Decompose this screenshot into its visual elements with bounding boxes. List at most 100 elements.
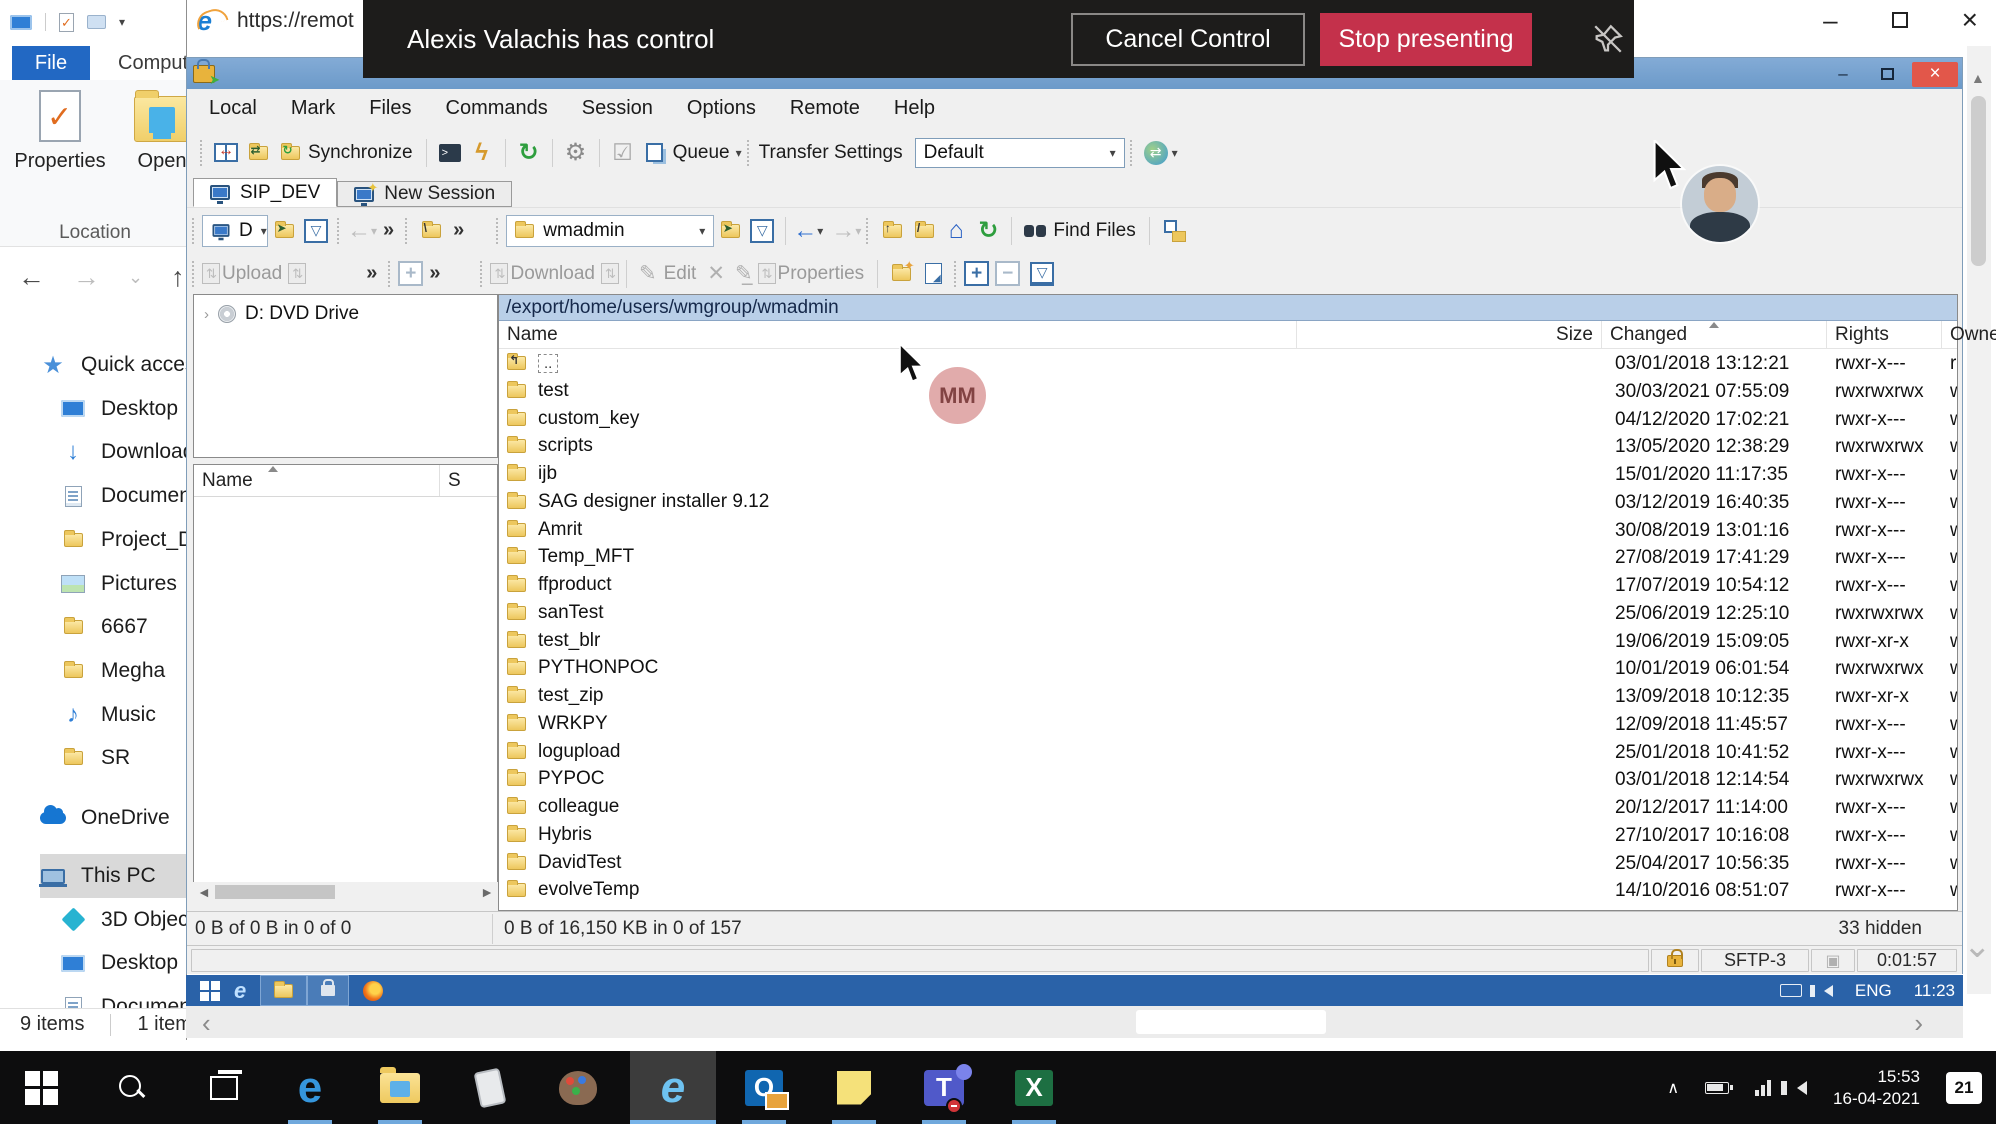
sidebar-item-onedrive[interactable]: OneDrive [40, 796, 170, 840]
filter-icon[interactable]: ▽ [300, 216, 332, 246]
filmstrip-scroll-left-icon[interactable]: ‹ [202, 1008, 211, 1039]
forward-icon[interactable]: → [73, 262, 100, 293]
taskbar-device-icon[interactable] [458, 1051, 522, 1124]
local-drive-dropdown[interactable]: D ▾ [202, 215, 268, 247]
overflow-chevron-icon[interactable]: » [453, 219, 464, 242]
speaker-icon[interactable] [1824, 985, 1833, 997]
upload-icon[interactable] [202, 263, 220, 284]
upload-label[interactable]: Upload [222, 263, 282, 285]
taskbar-teams-icon[interactable]: T [912, 1051, 976, 1124]
local-horizontal-scrollbar[interactable]: ◄ ► [193, 882, 498, 902]
browser-scrollbar[interactable]: ▲ ⌄ [1967, 46, 1991, 994]
toolbar-grip[interactable] [388, 261, 393, 287]
new-folder-icon[interactable] [87, 15, 106, 29]
file-row[interactable]: SAG designer installer 9.1203/12/2019 16… [499, 488, 1957, 516]
taskbar-file-explorer-icon[interactable] [368, 1051, 432, 1124]
filmstrip-scroll-right-icon[interactable]: › [1914, 1008, 1923, 1039]
scrollbar-thumb[interactable] [1971, 96, 1986, 266]
find-files-icon[interactable] [1019, 216, 1051, 246]
expander-icon[interactable]: › [204, 306, 209, 323]
file-row[interactable]: WRKPY12/09/2018 11:45:57rwxr-x---wmad... [499, 710, 1957, 738]
sidebar-item-6667[interactable]: 6667 [60, 605, 148, 649]
up-icon[interactable]: ↑ [171, 262, 185, 293]
toolbar-grip[interactable] [480, 261, 485, 287]
remote-directory-dropdown[interactable]: wmadmin ▾ [506, 215, 714, 247]
refresh-icon[interactable]: ↻ [513, 138, 545, 168]
home-directory-icon[interactable]: ⌂ [940, 216, 972, 246]
url-text[interactable]: https://remot [237, 9, 354, 33]
select-icon[interactable]: + [964, 261, 989, 286]
file-row[interactable]: ↰..03/01/2018 13:12:21rwxr-x---root [499, 349, 1957, 377]
transfer-settings-dropdown[interactable]: Default ▾ [915, 138, 1125, 168]
presenter-avatar[interactable] [1682, 166, 1758, 242]
minimize-icon[interactable]: – [1823, 5, 1837, 36]
start-button[interactable] [14, 1051, 70, 1124]
overflow-chevron-icon[interactable]: » [429, 262, 440, 285]
stop-presenting-button[interactable]: Stop presenting [1320, 13, 1532, 66]
remote-language[interactable]: ENG [1855, 981, 1892, 1001]
new-folder-icon[interactable] [885, 259, 917, 289]
menu-commands[interactable]: Commands [446, 97, 548, 120]
sidebar-item-project-d[interactable]: Project_D [60, 518, 193, 562]
toolbar-grip[interactable] [954, 261, 959, 287]
sidebar-item-pictures[interactable]: Pictures [60, 562, 177, 606]
edit-icon[interactable]: ✎ [639, 261, 657, 286]
properties-icon[interactable] [59, 13, 74, 32]
file-row[interactable]: custom_key04/12/2020 17:02:21rwxr-x---wm… [499, 405, 1957, 433]
toolbar-grip[interactable] [192, 218, 197, 244]
console-commands-icon[interactable]: ϟ [466, 138, 498, 168]
parent-directory-icon[interactable]: ↑ [876, 216, 908, 246]
file-row[interactable]: logupload25/01/2018 10:41:52rwxr-x---wma… [499, 738, 1957, 766]
queue-dropdown-icon[interactable]: ▾ [736, 146, 742, 160]
taskbar-paint-icon[interactable] [546, 1051, 610, 1124]
tab-sip-dev[interactable]: SIP_DEV [193, 178, 337, 207]
file-row[interactable]: sanTest25/06/2019 12:25:10rwxrwxrwxwmad.… [499, 599, 1957, 627]
sidebar-item-desktop[interactable]: Desktop [60, 387, 178, 431]
edit-label[interactable]: Edit [664, 263, 697, 285]
toolbar-grip[interactable] [192, 261, 197, 287]
background-transfers-icon[interactable]: ☑ [607, 138, 639, 168]
session-dropdown-icon[interactable]: ▾ [1172, 146, 1178, 160]
rename-icon[interactable]: ✎̲ [735, 261, 753, 286]
remote-clock[interactable]: 11:23 [1914, 981, 1955, 1001]
sidebar-item-quick-access[interactable]: ★Quick access [40, 343, 206, 387]
battery-icon[interactable] [1705, 1082, 1729, 1094]
scroll-left-icon[interactable]: ◄ [197, 884, 211, 900]
upload-background-icon[interactable] [288, 263, 306, 284]
toolbar-grip[interactable] [866, 218, 871, 244]
file-row[interactable]: test_blr19/06/2019 15:09:05rwxr-xr-xwmad… [499, 627, 1957, 655]
back-icon[interactable]: ← [347, 217, 371, 245]
sidebar-item-megha[interactable]: Megha [60, 649, 165, 693]
overflow-chevron-icon[interactable]: » [366, 262, 377, 285]
remote-firefox-icon[interactable] [349, 975, 397, 1006]
file-row[interactable]: colleague20/12/2017 11:14:00rwxr-x---wma… [499, 793, 1957, 821]
scroll-up-icon[interactable]: ▲ [1971, 70, 1985, 86]
menu-options[interactable]: Options [687, 97, 756, 120]
file-row[interactable]: Hybris27/10/2017 10:16:08rwxr-x---wmad..… [499, 821, 1957, 849]
file-row[interactable]: scripts13/05/2020 12:38:29rwxrwxrwxwmad.… [499, 432, 1957, 460]
minimize-icon[interactable]: – [1824, 62, 1862, 87]
file-row[interactable]: test_zip13/09/2018 10:12:35rwxr-xr-xwmad… [499, 682, 1957, 710]
filter-icon[interactable]: ▽ [746, 216, 778, 246]
file-row[interactable]: DavidTest25/04/2017 10:56:35rwxr-x---wma… [499, 849, 1957, 877]
preferences-gear-icon[interactable]: ⚙ [560, 138, 592, 168]
sidebar-item-desktop[interactable]: Desktop [60, 941, 178, 985]
taskbar-ie-icon-active[interactable]: e [630, 1051, 716, 1124]
remote-ie-icon[interactable]: e [220, 975, 260, 1006]
restore-icon[interactable] [1881, 68, 1894, 80]
recent-locations-icon[interactable]: ⌄ [128, 267, 143, 288]
refresh-icon[interactable]: ↻ [972, 216, 1004, 246]
file-row[interactable]: test30/03/2021 07:55:09rwxrwxrwxwmad... [499, 377, 1957, 405]
hidden-icons-chevron[interactable]: ∧ [1667, 1078, 1679, 1098]
filmstrip-thumbnail[interactable] [1136, 1010, 1326, 1034]
download-icon[interactable] [490, 263, 508, 284]
session-globe-icon[interactable]: ⇄ [1140, 138, 1172, 168]
file-row[interactable]: ijb15/01/2020 11:17:35rwxr-x---wmad... [499, 460, 1957, 488]
file-row[interactable]: Temp_MFT27/08/2019 17:41:29rwxr-x---wmad… [499, 543, 1957, 571]
properties-button[interactable]: Properties [10, 90, 110, 173]
tree-item-dvd-drive[interactable]: › D: DVD Drive [194, 295, 497, 325]
menu-mark[interactable]: Mark [291, 97, 335, 120]
browser-url-bar[interactable]: e https://remot [197, 8, 354, 34]
taskbar-clock[interactable]: 15:53 16-04-2021 [1833, 1066, 1920, 1110]
file-row[interactable]: Amrit30/08/2019 13:01:16rwxr-x---wmad... [499, 516, 1957, 544]
